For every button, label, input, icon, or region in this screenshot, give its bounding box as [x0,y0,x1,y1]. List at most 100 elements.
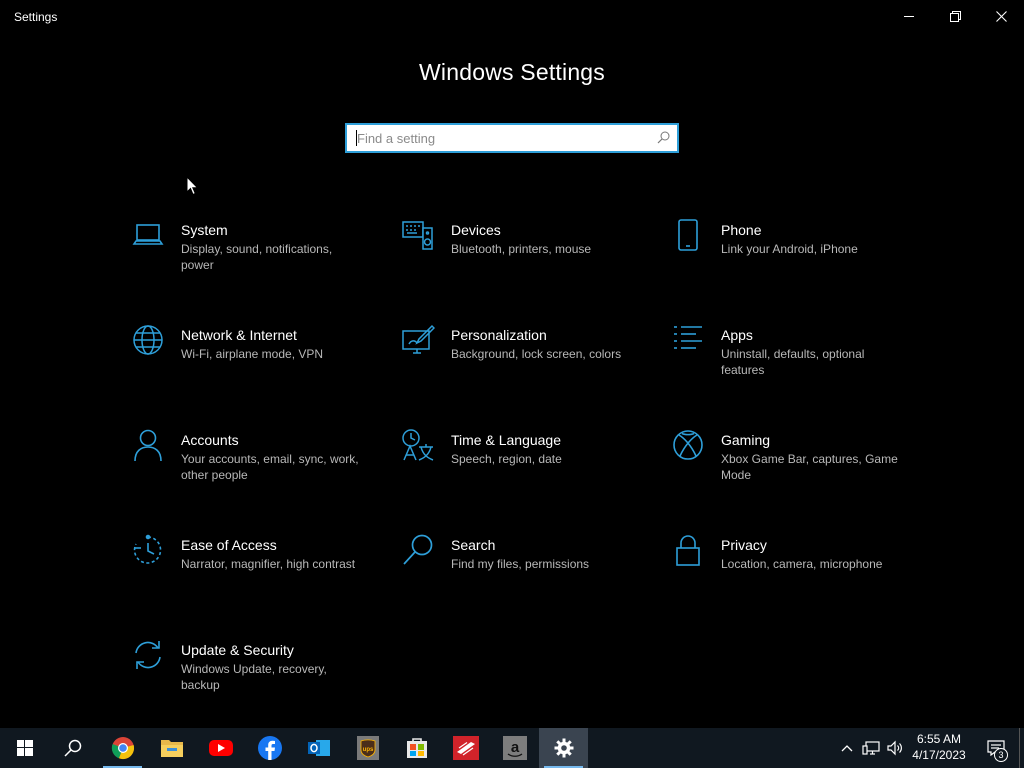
settings-gear-icon [554,738,573,758]
network-tray-button[interactable] [860,728,882,768]
category-name: Accounts [181,432,239,448]
page-title: Windows Settings [419,59,605,85]
taskbar-outlook[interactable] [294,728,343,768]
category-description: Link your Android, iPhone [721,242,858,256]
taskbar-facebook[interactable] [245,728,294,768]
category-description: Location, camera, microphone [721,557,883,571]
youtube-icon [208,740,233,756]
restore-button[interactable] [932,0,978,32]
taskbar-clock[interactable]: 6:55 AM 4/17/2023 [905,731,973,763]
category-description: Wi-Fi, airplane mode, VPN [181,347,324,361]
show-hidden-icons-button[interactable] [838,728,856,768]
taskbar-search-button[interactable] [48,728,97,768]
category-name: Gaming [721,432,771,448]
category-description: Find my files, permissions [451,557,590,571]
category-name: Personalization [451,327,547,343]
category-name: System [181,222,228,238]
ease-of-access-icon [131,534,165,570]
search-box[interactable] [345,123,679,153]
volume-icon [887,740,902,756]
taskbar-youtube[interactable] [196,728,245,768]
search-input[interactable] [357,129,647,147]
time-language-icon [401,429,435,465]
category-name: Apps [721,327,753,343]
taskbar-settings[interactable] [539,728,588,768]
taskbar-store[interactable] [392,728,441,768]
outlook-icon [307,740,330,756]
xbox-icon [671,429,705,465]
category-description: Uninstall, defaults, optional features [721,347,865,377]
category-gaming[interactable]: Gaming Xbox Game Bar, captures, Game Mod… [671,429,911,509]
category-description: Display, sound, notifications, power [181,242,333,272]
category-name: Update & Security [181,642,294,658]
chrome-icon [111,737,134,760]
category-accounts[interactable]: Accounts Your accounts, email, sync, wor… [131,429,371,509]
close-button[interactable] [978,0,1024,32]
category-phone[interactable]: Phone Link your Android, iPhone [671,219,911,299]
taskbar-amazon[interactable]: a [490,728,539,768]
start-button[interactable] [0,728,49,768]
show-desktop-button[interactable] [1019,728,1024,768]
apps-list-icon [671,324,705,360]
category-name: Time & Language [451,432,561,448]
network-icon [862,741,880,755]
window-title: Settings [14,10,58,24]
restore-icon [949,10,961,22]
svg-text:ups: ups [362,747,373,753]
person-icon [131,429,165,465]
title-bar: Settings [0,0,1024,32]
minimize-icon [904,16,914,17]
phone-icon [671,219,705,255]
category-personalization[interactable]: Personalization Background, lock screen,… [401,324,641,404]
ups-icon: ups [356,736,379,760]
taskbar-bank[interactable] [441,728,490,768]
category-system[interactable]: System Display, sound, notifications, po… [131,219,371,299]
clock-date: 4/17/2023 [912,748,966,762]
category-name: Search [451,537,496,553]
volume-tray-button[interactable] [884,728,906,768]
category-name: Ease of Access [181,537,277,553]
facebook-icon [257,736,282,760]
notification-count-badge: 3 [994,748,1008,762]
category-description: Xbox Game Bar, captures, Game Mode [721,452,898,482]
category-description: Background, lock screen, colors [451,347,622,361]
globe-icon [131,324,165,360]
category-apps[interactable]: Apps Uninstall, defaults, optional featu… [671,324,911,404]
paint-icon [401,324,435,360]
category-privacy[interactable]: Privacy Location, camera, microphone [671,534,911,614]
category-name: Devices [451,222,501,238]
amazon-icon: a [502,736,527,760]
bank-icon [452,736,479,760]
taskbar: ups a 6:55 AM 4/17/2023 3 [0,728,1024,768]
category-search[interactable]: Search Find my files, permissions [401,534,641,614]
category-name: Privacy [721,537,767,553]
devices-icon [401,219,435,255]
chevron-up-icon [841,745,853,752]
minimize-button[interactable] [886,0,932,32]
taskbar-file-explorer[interactable] [147,728,196,768]
laptop-icon [131,219,165,255]
lock-icon [671,534,705,570]
category-name: Network & Internet [181,327,297,343]
sync-icon [131,639,165,675]
file-explorer-icon [160,740,183,757]
clock-time: 6:55 AM [916,732,962,746]
category-ease-of-access[interactable]: Ease of Access Narrator, magnifier, high… [131,534,371,614]
taskbar-ups[interactable]: ups [343,728,392,768]
category-update-security[interactable]: Update & Security Windows Update, recove… [131,639,371,719]
category-devices[interactable]: Devices Bluetooth, printers, mouse [401,219,641,299]
search-icon [401,534,435,570]
action-center-button[interactable]: 3 [978,728,1014,768]
category-description: Windows Update, recovery, backup [181,662,327,692]
taskbar-chrome[interactable] [98,728,147,768]
store-icon [406,738,427,758]
category-name: Phone [721,222,762,238]
mouse-cursor-icon [186,176,199,196]
close-icon [995,10,1007,22]
svg-text:a: a [510,739,519,756]
category-time-language[interactable]: Time & Language Speech, region, date [401,429,641,509]
category-description: Narrator, magnifier, high contrast [181,557,356,571]
category-description: Speech, region, date [451,452,562,466]
search-icon[interactable] [657,131,670,144]
category-network-internet[interactable]: Network & Internet Wi-Fi, airplane mode,… [131,324,371,404]
